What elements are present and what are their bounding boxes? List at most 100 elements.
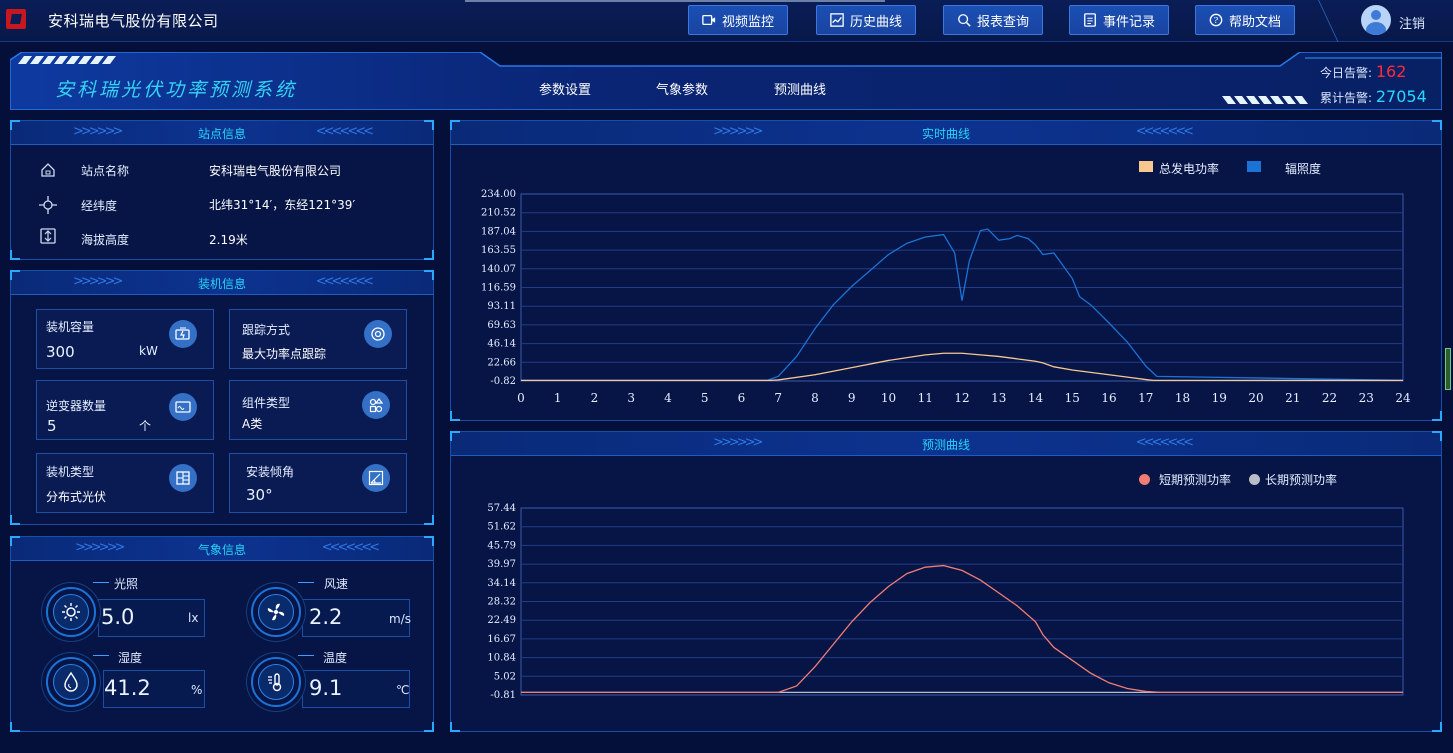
y-tick-label: 116.59 xyxy=(481,283,516,294)
x-tick-label: 13 xyxy=(991,391,1006,405)
corner-decoration xyxy=(10,515,20,525)
card-label: 安装倾角 xyxy=(246,465,295,479)
altitude-label: 海拔高度 xyxy=(81,233,130,247)
x-tick-label: 16 xyxy=(1101,391,1116,405)
company-logo xyxy=(6,9,26,29)
temperature-value: 9.1 xyxy=(309,676,343,700)
humidity-label: 湿度 xyxy=(118,651,143,665)
nav-label: 历史曲线 xyxy=(849,14,902,30)
nav-label: 视频监控 xyxy=(721,14,774,30)
help-icon: ? xyxy=(1209,13,1223,27)
legend-label-short-term[interactable]: 短期预测功率 xyxy=(1159,471,1231,488)
x-tick-label: 1 xyxy=(554,391,562,405)
y-tick-label: 187.04 xyxy=(481,226,516,237)
label-connector xyxy=(298,582,314,583)
inverter-icon xyxy=(169,393,197,421)
x-tick-label: 11 xyxy=(918,391,933,405)
tab-parameter-settings[interactable]: 参数设置 xyxy=(506,75,624,101)
x-tick-label: 9 xyxy=(848,391,856,405)
grid-icon xyxy=(169,464,197,492)
y-tick-label: 39.97 xyxy=(487,559,516,570)
total-alarm-count: 27054 xyxy=(1375,87,1427,106)
home-icon xyxy=(41,163,55,177)
x-tick-label: 6 xyxy=(738,391,746,405)
nav-report-query-button[interactable]: 报表查询 xyxy=(943,5,1043,35)
top-divider xyxy=(465,0,885,2)
x-tick-label: 23 xyxy=(1359,391,1374,405)
legend-label-total-power[interactable]: 总发电功率 xyxy=(1159,160,1219,177)
card-label: 装机容量 xyxy=(46,320,95,334)
card-value: 分布式光伏 xyxy=(46,490,107,504)
system-title: 安科瑞光伏功率预测系统 xyxy=(55,79,298,101)
install-capacity-card: 装机容量 300 kW xyxy=(36,309,214,369)
y-tick-label: 16.67 xyxy=(487,634,516,645)
humidity-value: 41.2 xyxy=(104,676,151,700)
y-tick-label: 163.55 xyxy=(481,245,516,256)
nav-label: 报表查询 xyxy=(976,14,1029,30)
fan-icon xyxy=(251,587,301,637)
corner-decoration xyxy=(424,270,434,280)
panel-title: 实时曲线 xyxy=(921,127,970,141)
logout-button[interactable]: 注销 xyxy=(1399,13,1425,32)
temperature-label: 温度 xyxy=(323,651,348,665)
nav-history-curve-button[interactable]: 历史曲线 xyxy=(816,5,916,35)
y-tick-label: 69.63 xyxy=(487,320,516,331)
tab-label: 气象参数 xyxy=(655,82,708,98)
legend-swatch-total-power xyxy=(1139,161,1153,172)
x-tick-label: 18 xyxy=(1175,391,1190,405)
card-value: A类 xyxy=(242,417,263,431)
scroll-handle[interactable] xyxy=(1445,348,1451,390)
card-label: 装机类型 xyxy=(46,465,95,479)
x-tick-label: 14 xyxy=(1028,391,1044,405)
card-value: 30° xyxy=(246,486,273,504)
y-tick-label: 22.49 xyxy=(487,615,516,626)
x-tick-label: 7 xyxy=(774,391,782,405)
tab-forecast-curve[interactable]: 预测曲线 xyxy=(741,75,859,101)
today-alarm-label: 今日告警: xyxy=(1320,66,1373,80)
series-line xyxy=(521,228,1404,381)
legend-label-long-term[interactable]: 长期预测功率 xyxy=(1265,471,1337,488)
panel-title: 预测曲线 xyxy=(921,438,970,452)
legend-label-irradiance[interactable]: 辐照度 xyxy=(1285,160,1321,177)
x-tick-label: 2 xyxy=(591,391,599,405)
panel-title: 气象信息 xyxy=(197,543,246,557)
forecast-curve-panel: >>>>>> <<<<<<< 预测曲线 短期预测功率 长期预测功率 57.44 5… xyxy=(450,431,1442,732)
nav-video-monitor-button[interactable]: 视频监控 xyxy=(688,5,788,35)
card-value: 最大功率点跟踪 xyxy=(242,347,327,361)
x-tick-label: 12 xyxy=(954,391,969,405)
light-label: 光照 xyxy=(114,577,139,591)
installation-info-panel: >>>>>> <<<<<<< 装机信息 装机容量 300 kW 跟踪方式 最大功… xyxy=(10,270,434,525)
nav-label: 帮助文档 xyxy=(1228,14,1281,30)
x-tick-label: 21 xyxy=(1285,391,1300,405)
install-type-card: 装机类型 分布式光伏 xyxy=(36,453,214,513)
corner-decoration xyxy=(424,722,434,732)
svg-text:?: ? xyxy=(1214,16,1219,26)
panel-header: >>>>>> <<<<<<< 预测曲线 xyxy=(451,432,1441,456)
angle-icon xyxy=(362,464,390,492)
corner-decoration xyxy=(424,120,434,130)
avatar[interactable] xyxy=(1361,5,1391,35)
coordinates-label: 经纬度 xyxy=(81,199,118,213)
y-tick-label: 28.32 xyxy=(487,597,516,608)
nav-help-docs-button[interactable]: ? 帮助文档 xyxy=(1195,5,1295,35)
document-icon xyxy=(1084,13,1096,27)
y-tick-label: 234.00 xyxy=(481,189,516,200)
tab-weather-parameters[interactable]: 气象参数 xyxy=(623,75,741,101)
weather-info-panel: >>>>>> <<<<<<< 气象信息 光照 5.0 lx 风速 2.2 m/s… xyxy=(10,536,434,732)
panel-header: >>>>>> <<<<<<< 装机信息 xyxy=(11,271,433,295)
temperature-unit: ℃ xyxy=(396,683,410,697)
legend-swatch-short-term xyxy=(1139,474,1150,485)
nav-event-log-button[interactable]: 事件记录 xyxy=(1069,5,1169,35)
panel-header: >>>>>> <<<<<<< 气象信息 xyxy=(11,537,433,561)
x-tick-label: 8 xyxy=(811,391,819,405)
realtime-curve-panel: >>>>>> <<<<<<< 实时曲线 总发电功率 辐照度 234.00 210.… xyxy=(450,120,1442,421)
tracking-mode-card: 跟踪方式 最大功率点跟踪 xyxy=(229,309,407,369)
target-icon xyxy=(364,320,392,348)
y-tick-label: 10.84 xyxy=(487,653,516,664)
forecast-chart: 57.44 51.62 45.79 39.97 34.14 28.32 22.49 16.67… xyxy=(487,503,1404,701)
today-alarm-count: 162 xyxy=(1375,62,1407,81)
y-tick-label: 140.07 xyxy=(481,264,516,275)
total-alarm-label: 累计告警: xyxy=(1320,91,1373,105)
series-line xyxy=(521,352,1403,381)
realtime-chart: 234.00 210.52 187.04 163.55 140.07 116.59 93.1… xyxy=(481,189,1411,405)
